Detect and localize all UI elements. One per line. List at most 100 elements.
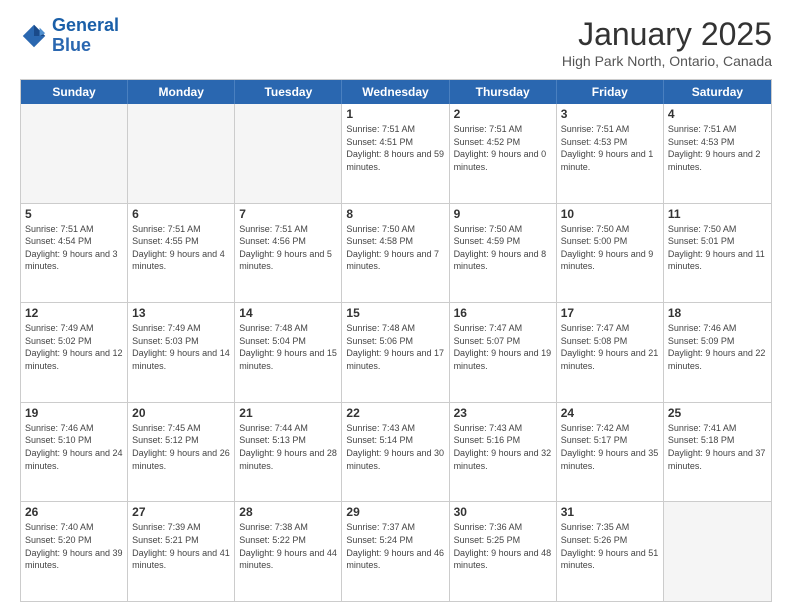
header-sunday: Sunday	[21, 80, 128, 104]
cell-info: Sunrise: 7:36 AM Sunset: 5:25 PM Dayligh…	[454, 521, 552, 571]
header-monday: Monday	[128, 80, 235, 104]
calendar-cell: 24Sunrise: 7:42 AM Sunset: 5:17 PM Dayli…	[557, 403, 664, 502]
calendar-cell: 15Sunrise: 7:48 AM Sunset: 5:06 PM Dayli…	[342, 303, 449, 402]
day-number: 16	[454, 306, 552, 320]
calendar-cell: 12Sunrise: 7:49 AM Sunset: 5:02 PM Dayli…	[21, 303, 128, 402]
cell-info: Sunrise: 7:45 AM Sunset: 5:12 PM Dayligh…	[132, 422, 230, 472]
calendar-cell: 23Sunrise: 7:43 AM Sunset: 5:16 PM Dayli…	[450, 403, 557, 502]
calendar-cell: 17 Sunrise: 7:47 AM Sunset: 5:08 PM Dayli…	[557, 303, 664, 402]
calendar-week-4: 19 Sunrise: 7:46 AM Sunset: 5:10 PM Dayli…	[21, 402, 771, 502]
day-number: 26	[25, 505, 123, 519]
cell-info: Sunrise: 7:43 AM Sunset: 5:14 PM Dayligh…	[346, 422, 444, 472]
calendar-cell: 7 Sunrise: 7:51 AM Sunset: 4:56 PM Daylig…	[235, 204, 342, 303]
day-number: 28	[239, 505, 337, 519]
cell-info: Sunrise: 7:39 AM Sunset: 5:21 PM Dayligh…	[132, 521, 230, 571]
day-number: 11	[668, 207, 767, 221]
cell-info: Sunrise: 7:51 AM Sunset: 4:56 PM Dayligh…	[239, 223, 337, 273]
calendar-cell: 31Sunrise: 7:35 AM Sunset: 5:26 PM Dayli…	[557, 502, 664, 601]
day-number: 10	[561, 207, 659, 221]
calendar-cell: 2 Sunrise: 7:51 AM Sunset: 4:52 PM Daylig…	[450, 104, 557, 203]
day-number: 4	[668, 107, 767, 121]
day-number: 2	[454, 107, 552, 121]
calendar-week-3: 12Sunrise: 7:49 AM Sunset: 5:02 PM Dayli…	[21, 302, 771, 402]
cell-info: Sunrise: 7:49 AM Sunset: 5:03 PM Dayligh…	[132, 322, 230, 372]
day-number: 30	[454, 505, 552, 519]
header-wednesday: Wednesday	[342, 80, 449, 104]
calendar-cell: 1 Sunrise: 7:51 AM Sunset: 4:51 PM Daylig…	[342, 104, 449, 203]
calendar: Sunday Monday Tuesday Wednesday Thursday…	[20, 79, 772, 602]
calendar-week-5: 26 Sunrise: 7:40 AM Sunset: 5:20 PM Dayli…	[21, 501, 771, 601]
calendar-cell: 30 Sunrise: 7:36 AM Sunset: 5:25 PM Dayli…	[450, 502, 557, 601]
day-number: 15	[346, 306, 444, 320]
cell-info: Sunrise: 7:50 AM Sunset: 4:59 PM Dayligh…	[454, 223, 552, 273]
day-number: 25	[668, 406, 767, 420]
header: General Blue January 2025 High Park Nort…	[20, 16, 772, 69]
cell-info: Sunrise: 7:51 AM Sunset: 4:52 PM Dayligh…	[454, 123, 552, 173]
day-number: 1	[346, 107, 444, 121]
day-number: 19	[25, 406, 123, 420]
calendar-header: Sunday Monday Tuesday Wednesday Thursday…	[21, 80, 771, 104]
header-saturday: Saturday	[664, 80, 771, 104]
day-number: 20	[132, 406, 230, 420]
cell-info: Sunrise: 7:47 AM Sunset: 5:07 PM Dayligh…	[454, 322, 552, 372]
month-title: January 2025	[562, 16, 772, 53]
day-number: 21	[239, 406, 337, 420]
subtitle: High Park North, Ontario, Canada	[562, 53, 772, 69]
logo: General Blue	[20, 16, 119, 56]
cell-info: Sunrise: 7:42 AM Sunset: 5:17 PM Dayligh…	[561, 422, 659, 472]
calendar-cell: 13Sunrise: 7:49 AM Sunset: 5:03 PM Dayli…	[128, 303, 235, 402]
calendar-cell: 10 Sunrise: 7:50 AM Sunset: 5:00 PM Dayli…	[557, 204, 664, 303]
logo-icon	[20, 22, 48, 50]
calendar-cell: 28Sunrise: 7:38 AM Sunset: 5:22 PM Dayli…	[235, 502, 342, 601]
calendar-cell: 9 Sunrise: 7:50 AM Sunset: 4:59 PM Daylig…	[450, 204, 557, 303]
cell-info: Sunrise: 7:44 AM Sunset: 5:13 PM Dayligh…	[239, 422, 337, 472]
cell-info: Sunrise: 7:51 AM Sunset: 4:51 PM Dayligh…	[346, 123, 444, 173]
calendar-week-2: 5 Sunrise: 7:51 AM Sunset: 4:54 PM Daylig…	[21, 203, 771, 303]
calendar-cell: 20 Sunrise: 7:45 AM Sunset: 5:12 PM Dayli…	[128, 403, 235, 502]
calendar-cell: 25Sunrise: 7:41 AM Sunset: 5:18 PM Dayli…	[664, 403, 771, 502]
calendar-cell: 5 Sunrise: 7:51 AM Sunset: 4:54 PM Daylig…	[21, 204, 128, 303]
day-number: 22	[346, 406, 444, 420]
cell-info: Sunrise: 7:51 AM Sunset: 4:53 PM Dayligh…	[668, 123, 767, 173]
calendar-cell: 4 Sunrise: 7:51 AM Sunset: 4:53 PM Daylig…	[664, 104, 771, 203]
logo-line2: Blue	[52, 35, 91, 55]
day-number: 9	[454, 207, 552, 221]
day-number: 5	[25, 207, 123, 221]
calendar-cell: 16 Sunrise: 7:47 AM Sunset: 5:07 PM Dayli…	[450, 303, 557, 402]
cell-info: Sunrise: 7:50 AM Sunset: 4:58 PM Dayligh…	[346, 223, 444, 273]
logo-text: General Blue	[52, 16, 119, 56]
cell-info: Sunrise: 7:46 AM Sunset: 5:10 PM Dayligh…	[25, 422, 123, 472]
calendar-cell: 27 Sunrise: 7:39 AM Sunset: 5:21 PM Dayli…	[128, 502, 235, 601]
calendar-cell	[21, 104, 128, 203]
calendar-cell: 22 Sunrise: 7:43 AM Sunset: 5:14 PM Dayli…	[342, 403, 449, 502]
cell-info: Sunrise: 7:37 AM Sunset: 5:24 PM Dayligh…	[346, 521, 444, 571]
day-number: 6	[132, 207, 230, 221]
day-number: 27	[132, 505, 230, 519]
cell-info: Sunrise: 7:49 AM Sunset: 5:02 PM Dayligh…	[25, 322, 123, 372]
cell-info: Sunrise: 7:35 AM Sunset: 5:26 PM Dayligh…	[561, 521, 659, 571]
calendar-cell: 29 Sunrise: 7:37 AM Sunset: 5:24 PM Dayli…	[342, 502, 449, 601]
cell-info: Sunrise: 7:51 AM Sunset: 4:54 PM Dayligh…	[25, 223, 123, 273]
calendar-cell	[664, 502, 771, 601]
cell-info: Sunrise: 7:46 AM Sunset: 5:09 PM Dayligh…	[668, 322, 767, 372]
calendar-body: 1 Sunrise: 7:51 AM Sunset: 4:51 PM Daylig…	[21, 104, 771, 601]
title-block: January 2025 High Park North, Ontario, C…	[562, 16, 772, 69]
calendar-cell: 14Sunrise: 7:48 AM Sunset: 5:04 PM Dayli…	[235, 303, 342, 402]
page: General Blue January 2025 High Park Nort…	[0, 0, 792, 612]
header-friday: Friday	[557, 80, 664, 104]
cell-info: Sunrise: 7:51 AM Sunset: 4:53 PM Dayligh…	[561, 123, 659, 173]
calendar-week-1: 1 Sunrise: 7:51 AM Sunset: 4:51 PM Daylig…	[21, 104, 771, 203]
calendar-cell	[235, 104, 342, 203]
cell-info: Sunrise: 7:40 AM Sunset: 5:20 PM Dayligh…	[25, 521, 123, 571]
day-number: 8	[346, 207, 444, 221]
calendar-cell: 3Sunrise: 7:51 AM Sunset: 4:53 PM Daylig…	[557, 104, 664, 203]
day-number: 29	[346, 505, 444, 519]
logo-line1: General	[52, 15, 119, 35]
calendar-cell: 6Sunrise: 7:51 AM Sunset: 4:55 PM Daylig…	[128, 204, 235, 303]
day-number: 7	[239, 207, 337, 221]
cell-info: Sunrise: 7:50 AM Sunset: 5:00 PM Dayligh…	[561, 223, 659, 273]
day-number: 17	[561, 306, 659, 320]
calendar-cell: 19 Sunrise: 7:46 AM Sunset: 5:10 PM Dayli…	[21, 403, 128, 502]
cell-info: Sunrise: 7:47 AM Sunset: 5:08 PM Dayligh…	[561, 322, 659, 372]
calendar-cell: 8 Sunrise: 7:50 AM Sunset: 4:58 PM Daylig…	[342, 204, 449, 303]
